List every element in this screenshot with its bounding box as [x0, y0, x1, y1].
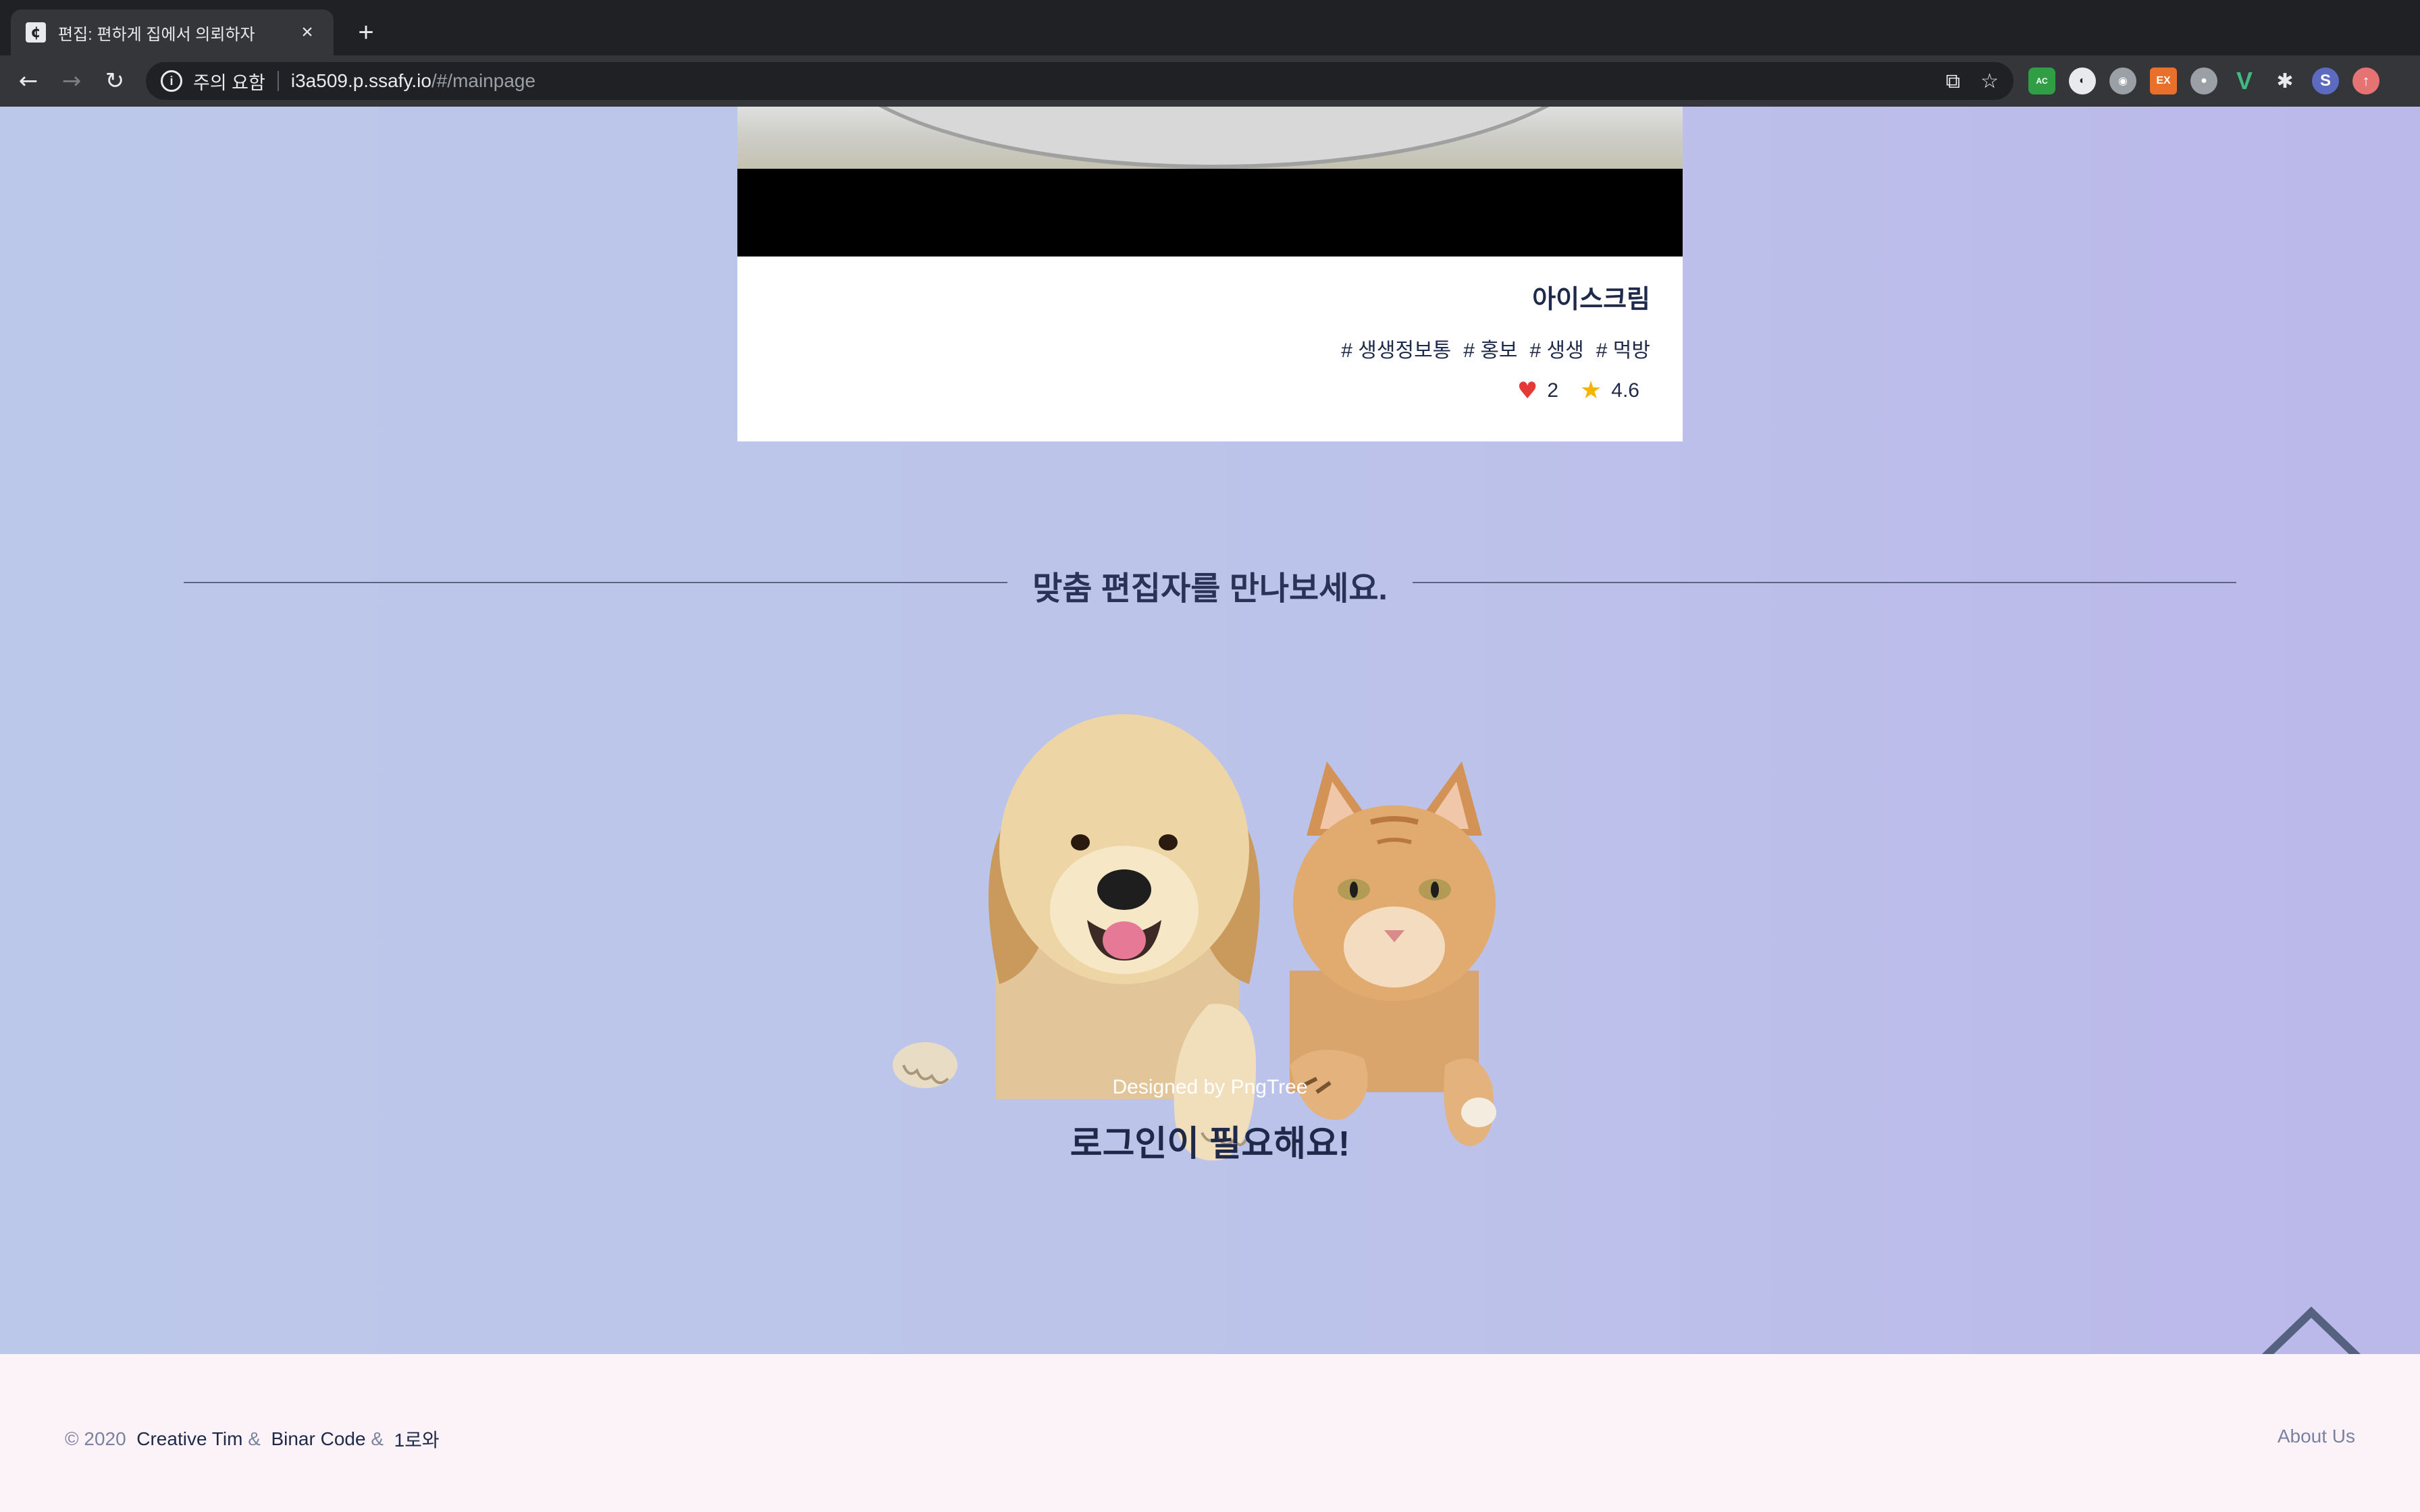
content-card[interactable]: 아이스크림 # 생생정보통 # 홍보 # 생생 # 먹방 ♥ 2 ★ 4.6	[737, 107, 1683, 441]
site-favicon-icon: ¢	[26, 22, 46, 43]
footer-link-binar-code[interactable]: Binar Code	[271, 1428, 365, 1450]
browser-tab[interactable]: ¢ 편집: 편하게 집에서 의뢰하자 ×	[11, 9, 334, 55]
card-thumbnail-image[interactable]	[737, 107, 1683, 169]
tag[interactable]: # 먹방	[1596, 333, 1650, 363]
dog-and-cat-illustration	[893, 714, 1496, 1161]
extension-ac-icon[interactable]: AC	[2028, 68, 2055, 94]
illustration-credit: Designed by PngTree	[1112, 1076, 1308, 1098]
tab-title: 편집: 편하게 집에서 의뢰하자	[58, 25, 255, 44]
profile-avatar[interactable]: S	[2312, 68, 2339, 94]
extensions-puzzle-icon[interactable]: ✱	[2271, 68, 2298, 94]
extension-shield-icon[interactable]: ◉	[2109, 68, 2136, 94]
browser-tabbar: ¢ 편집: 편하게 집에서 의뢰하자 × +	[0, 0, 2420, 55]
back-arrow-icon[interactable]: ←	[12, 65, 45, 97]
url-path[interactable]: /#/mainpage	[431, 70, 535, 92]
footer-link-about-us[interactable]: About Us	[2278, 1426, 2355, 1447]
info-icon[interactable]: i	[161, 70, 182, 92]
footer-link-creative-tim[interactable]: Creative Tim	[136, 1428, 242, 1450]
main-page: 아이스크림 # 생생정보통 # 홍보 # 생생 # 먹방 ♥ 2 ★ 4.6 맞…	[0, 107, 2420, 1354]
card-tags: # 생생정보통 # 홍보 # 생생 # 먹방	[1341, 333, 1650, 363]
url-host[interactable]: i3a509.p.ssafy.io	[291, 70, 431, 92]
scroll-to-top-chevron-icon[interactable]	[2248, 1300, 2374, 1354]
login-required-message: 로그인이 필요해요!	[1070, 1125, 1350, 1164]
footer-credits: © 2020 Creative Tim & Binar Code & 1로와	[65, 1426, 440, 1453]
section-title: 맞춤 편집자를 만나보세요.	[1032, 571, 1388, 607]
update-icon[interactable]: ↑	[2352, 68, 2379, 94]
tab-close-icon[interactable]: ×	[296, 21, 319, 44]
reload-icon[interactable]: ↻	[99, 65, 131, 97]
extension-dark-mode-icon[interactable]: ◐	[2069, 68, 2096, 94]
translate-icon[interactable]: ⧉	[1946, 70, 1960, 93]
extension-ex-icon[interactable]: EX	[2150, 68, 2177, 94]
footer-link-team[interactable]: 1로와	[394, 1426, 440, 1453]
tag[interactable]: # 홍보	[1463, 333, 1517, 363]
bookmark-star-icon[interactable]: ☆	[1980, 70, 1999, 93]
address-bar[interactable]: i 주의 요함 i3a509.p.ssafy.io/#/mainpage ⧉ ☆	[146, 62, 2014, 100]
footer-separator: &	[248, 1428, 261, 1449]
omnibox-divider	[277, 71, 279, 91]
rating-value: 4.6	[1611, 379, 1639, 402]
extensions-area: AC ◐ ◉ EX ● V ✱ S ↑	[2028, 67, 2379, 94]
forward-arrow-icon[interactable]: →	[55, 65, 88, 97]
star-icon: ★	[1580, 377, 1602, 404]
vue-devtools-icon[interactable]: V	[2231, 67, 2258, 94]
footer: © 2020 Creative Tim & Binar Code & 1로와 A…	[0, 1354, 2420, 1512]
browser-toolbar: ← → ↻ i 주의 요함 i3a509.p.ssafy.io/#/mainpa…	[0, 55, 2420, 107]
section-header: 맞춤 편집자를 만나보세요.	[184, 555, 2236, 609]
card-title[interactable]: 아이스크림	[1532, 278, 1650, 315]
card-stats: ♥ 2 ★ 4.6	[1517, 377, 1639, 404]
tag[interactable]: # 생생	[1530, 333, 1584, 363]
extension-record-icon[interactable]: ●	[2190, 68, 2217, 94]
bowl-shape	[818, 107, 1610, 169]
like-count: 2	[1547, 379, 1558, 402]
new-tab-button[interactable]: +	[348, 15, 384, 50]
footer-separator: &	[371, 1428, 384, 1449]
security-status[interactable]: 주의 요함	[193, 68, 265, 94]
copyright-text: © 2020	[65, 1428, 126, 1449]
tag[interactable]: # 생생정보통	[1341, 333, 1451, 363]
heart-icon: ♥	[1517, 377, 1538, 404]
card-video-bar	[737, 169, 1683, 256]
